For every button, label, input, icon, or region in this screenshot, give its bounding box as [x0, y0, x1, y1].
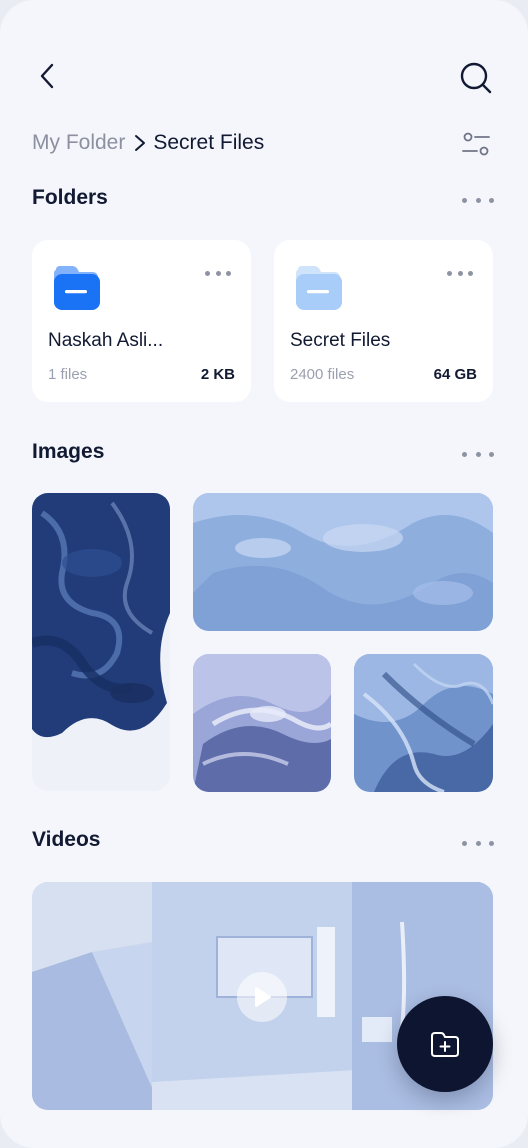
images-section-title: Images — [32, 440, 105, 463]
folder-name: Naskah Asli... — [48, 330, 164, 351]
chevron-left-icon — [40, 63, 54, 89]
folder-card[interactable]: Naskah Asli... 1 files 2 KB — [32, 240, 251, 402]
folders-section-title: Folders — [32, 186, 108, 209]
images-more-button[interactable] — [462, 447, 494, 461]
image-thumbnail-ice[interactable] — [193, 493, 493, 631]
folder-size: 2 KB — [200, 366, 235, 383]
folder-file-count: 2400 files — [290, 366, 355, 383]
folder-icon — [54, 266, 100, 310]
folder-more-button[interactable] — [205, 268, 231, 278]
folder-file-count: 1 files — [48, 366, 88, 383]
folders-more-button[interactable] — [462, 193, 494, 207]
back-button[interactable] — [28, 56, 68, 96]
search-icon — [460, 62, 492, 94]
add-folder-button[interactable] — [397, 996, 493, 1092]
videos-more-button[interactable] — [462, 836, 494, 850]
filter-icon — [462, 132, 490, 156]
folder-icon — [296, 266, 342, 310]
search-button[interactable] — [454, 56, 498, 100]
folder-name: Secret Files — [290, 330, 391, 351]
folder-more-button[interactable] — [447, 268, 473, 278]
app-screen: My Folder Secret Files Folders Naskah As… — [0, 0, 528, 1148]
play-icon — [255, 987, 271, 1007]
add-folder-icon — [431, 1032, 459, 1057]
folder-size: 64 GB — [433, 366, 477, 383]
image-thumbnail-agate[interactable] — [193, 654, 331, 792]
filter-button[interactable] — [458, 128, 494, 160]
videos-section-title: Videos — [32, 828, 101, 851]
image-thumbnail-ink[interactable] — [32, 493, 170, 791]
folder-card[interactable]: Secret Files 2400 files 64 GB — [274, 240, 493, 402]
play-button[interactable] — [237, 972, 287, 1022]
image-thumbnail-fabric[interactable] — [354, 654, 493, 792]
breadcrumb-root[interactable]: My Folder — [32, 131, 125, 155]
breadcrumb-current: Secret Files — [153, 131, 265, 154]
breadcrumb: My Folder Secret Files — [32, 128, 264, 158]
chevron-right-icon — [133, 133, 147, 153]
